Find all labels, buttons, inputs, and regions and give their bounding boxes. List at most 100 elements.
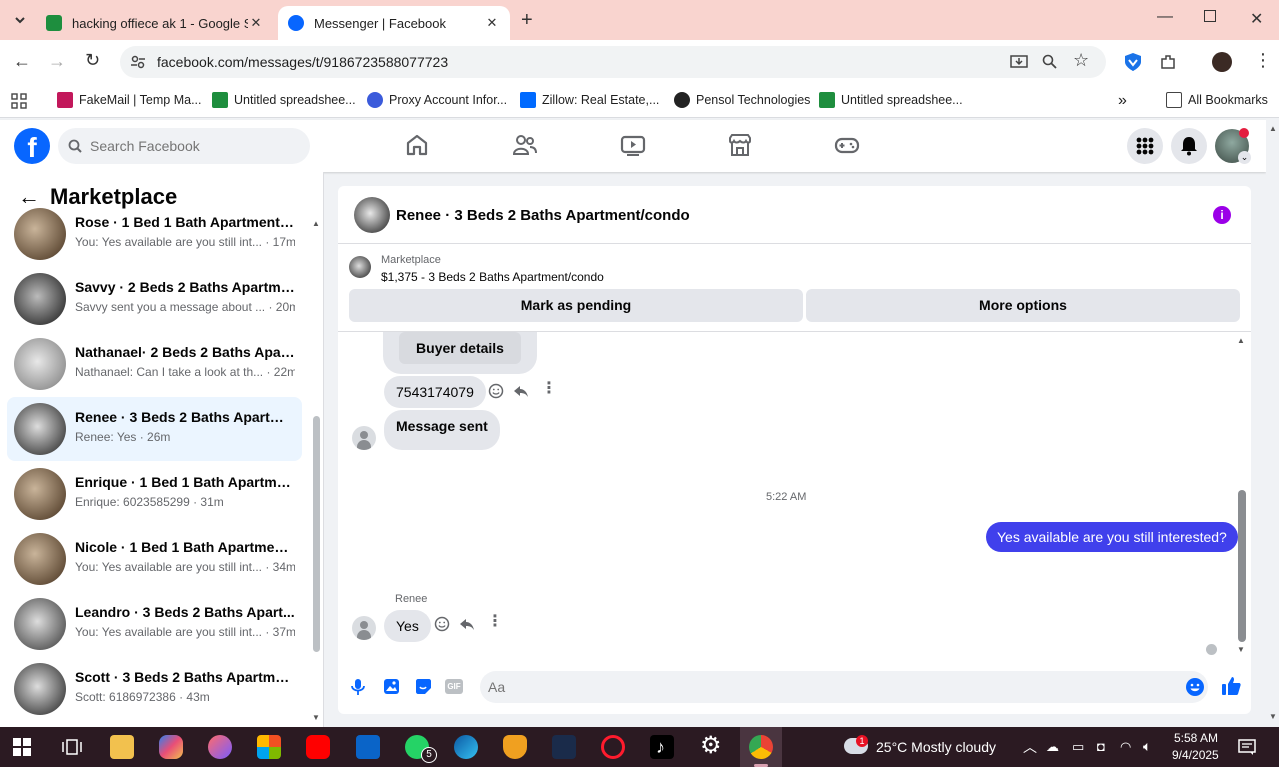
emoji-picker-icon[interactable] — [1185, 677, 1205, 697]
conversation-item[interactable]: Savvy · 2 Beds 2 Baths Apartme... Savvy … — [7, 267, 302, 331]
listing-summary[interactable]: $1,375 - 3 Beds 2 Baths Apartment/condo — [381, 270, 604, 284]
forward-icon[interactable]: → — [48, 51, 66, 72]
taskbar-active-app[interactable] — [740, 727, 782, 767]
message-input[interactable] — [488, 671, 1168, 703]
apps-grid-icon[interactable] — [11, 93, 27, 109]
chat-scroll-up-icon[interactable]: ▲ — [1237, 336, 1245, 345]
notification-center-icon[interactable] — [1238, 738, 1256, 756]
wifi-icon[interactable]: ◠ — [1120, 739, 1131, 755]
chat-avatar[interactable] — [354, 197, 390, 233]
react-emoji-icon[interactable] — [488, 383, 504, 399]
medal-icon[interactable] — [503, 735, 527, 759]
file-explorer-icon[interactable] — [110, 735, 134, 759]
tab-search-chevron-icon[interactable] — [12, 12, 28, 28]
close-tab-icon[interactable]: ✕ — [484, 15, 500, 31]
clock-date[interactable]: 9/4/2025 — [1172, 748, 1219, 762]
browser-menu-icon[interactable]: ⋮ — [1254, 50, 1272, 71]
more-bookmarks-icon[interactable]: » — [1118, 92, 1127, 110]
app-icon[interactable] — [208, 735, 232, 759]
new-tab-icon[interactable]: + — [521, 9, 533, 32]
marketplace-icon[interactable] — [727, 132, 753, 158]
search-input[interactable] — [90, 128, 300, 164]
weather-text[interactable]: 25°C Mostly cloudy — [876, 739, 996, 755]
conversation-item-selected[interactable]: Renee · 3 Beds 2 Baths Apartme... Renee:… — [7, 397, 302, 461]
clock-time[interactable]: 5:58 AM — [1172, 731, 1218, 745]
notifications-button[interactable] — [1171, 128, 1207, 164]
battery-icon[interactable]: ▭ — [1072, 739, 1084, 755]
settings-gear-icon[interactable]: ⚙ — [699, 732, 723, 759]
minimize-icon[interactable]: — — [1157, 8, 1173, 26]
scroll-down-icon[interactable]: ▼ — [1269, 712, 1277, 721]
conversation-item[interactable]: Nicole · 1 Bed 1 Bath Apartment... You: … — [7, 527, 302, 591]
sticker-icon[interactable] — [415, 678, 432, 695]
copilot-icon[interactable] — [159, 735, 183, 759]
task-view-icon[interactable] — [62, 738, 82, 756]
chat-scroll-down-icon[interactable]: ▼ — [1237, 645, 1245, 654]
zoom-icon[interactable] — [1042, 54, 1058, 70]
opera-icon[interactable] — [601, 735, 625, 759]
bookmark-proxy[interactable]: Proxy Account Infor... — [367, 92, 507, 108]
youtube-icon[interactable] — [306, 735, 330, 759]
close-tab-icon[interactable]: ✕ — [248, 15, 264, 31]
chat-title[interactable]: Renee · 3 Beds 2 Baths Apartment/condo — [396, 207, 690, 224]
message-composer[interactable] — [480, 671, 1208, 703]
app-icon[interactable] — [552, 735, 576, 759]
menu-grid-button[interactable] — [1127, 128, 1163, 164]
buyer-details-button[interactable]: Buyer details — [399, 332, 521, 364]
message-bubble-outgoing[interactable]: Yes available are you still interested? — [986, 522, 1238, 552]
react-emoji-icon[interactable] — [434, 616, 450, 632]
sender-avatar[interactable] — [352, 426, 376, 450]
message-bubble-reply[interactable]: Yes — [384, 610, 431, 642]
profile-avatar[interactable] — [1212, 52, 1232, 72]
reply-icon[interactable] — [513, 383, 529, 399]
microphone-icon[interactable] — [351, 678, 365, 696]
more-actions-icon[interactable]: ⋮ — [487, 614, 503, 630]
gaming-icon[interactable] — [834, 132, 860, 158]
conversation-item[interactable]: Scott · 3 Beds 2 Baths Apartmen... Scott… — [7, 657, 302, 721]
bookmark-pensol[interactable]: Pensol Technologies — [674, 92, 810, 108]
conversation-item[interactable]: Enrique · 1 Bed 1 Bath Apartmen... Enriq… — [7, 462, 302, 526]
reload-icon[interactable]: ↻ — [85, 50, 100, 71]
camera-icon[interactable]: ◘ — [1097, 739, 1105, 754]
conversation-item[interactable]: Rose · 1 Bed 1 Bath Apartment/c... You: … — [7, 202, 302, 266]
bookmark-star-icon[interactable]: ☆ — [1073, 50, 1089, 71]
tiktok-icon[interactable]: ♪ — [650, 735, 674, 759]
bookmark-fakemail[interactable]: FakeMail | Temp Ma... — [57, 92, 202, 108]
sidebar-scroll-down-icon[interactable]: ▼ — [312, 713, 320, 722]
microsoft-store-icon[interactable] — [257, 735, 281, 759]
chat-scrollbar-thumb[interactable] — [1238, 490, 1246, 642]
gif-icon[interactable]: GIF — [445, 679, 463, 694]
mark-as-pending-button[interactable]: Mark as pending — [349, 289, 803, 322]
bookmark-zillow[interactable]: Zillow: Real Estate,... — [520, 92, 659, 108]
sender-avatar[interactable] — [352, 616, 376, 640]
conversation-item[interactable]: Leandro · 3 Beds 2 Baths Apart... You: Y… — [7, 592, 302, 656]
photo-icon[interactable] — [383, 678, 400, 695]
sidebar-scroll-up-icon[interactable]: ▲ — [312, 219, 320, 228]
account-chevron-icon[interactable]: ⌄ — [1238, 151, 1251, 164]
close-window-icon[interactable]: ✕ — [1250, 9, 1263, 29]
info-icon[interactable]: i — [1213, 206, 1231, 224]
scroll-up-icon[interactable]: ▲ — [1269, 124, 1277, 133]
reply-icon[interactable] — [459, 616, 475, 632]
address-bar[interactable]: facebook.com/messages/t/9186723588077723… — [120, 46, 1106, 78]
install-app-icon[interactable] — [1010, 54, 1028, 70]
site-info-icon[interactable] — [130, 54, 146, 70]
edge-icon[interactable] — [454, 735, 478, 759]
vpn-shield-icon[interactable] — [1124, 52, 1142, 72]
tab-google-sheets[interactable]: hacking offiece ak 1 - Google Sl ✕ — [36, 6, 274, 40]
like-thumb-icon[interactable] — [1221, 676, 1241, 696]
back-icon[interactable]: ← — [13, 51, 31, 72]
message-bubble-sent-notice[interactable]: Message sent — [384, 410, 500, 450]
sidebar-scrollbar-thumb[interactable] — [313, 416, 320, 652]
onedrive-icon[interactable]: ☁ — [1046, 739, 1059, 755]
outlook-icon[interactable] — [356, 735, 380, 759]
extensions-icon[interactable] — [1159, 53, 1177, 71]
facebook-logo[interactable]: f — [14, 128, 50, 164]
home-icon[interactable] — [404, 132, 430, 158]
conversation-item[interactable]: Nathanael· 2 Beds 2 Baths Apart... Natha… — [7, 332, 302, 396]
page-scrollbar[interactable]: ▲ ▼ — [1266, 120, 1279, 727]
video-icon[interactable] — [620, 132, 646, 158]
windows-start-icon[interactable] — [13, 738, 31, 756]
message-bubble-phone[interactable]: 7543174079 — [384, 376, 486, 408]
bookmark-spreadsheet-1[interactable]: Untitled spreadshee... — [212, 92, 356, 108]
